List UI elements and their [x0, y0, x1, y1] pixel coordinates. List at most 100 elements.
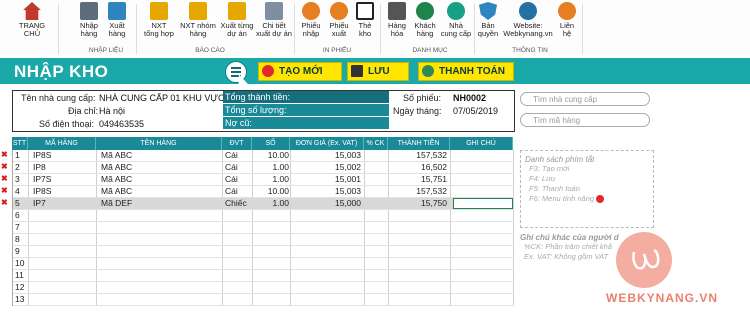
- table-cell[interactable]: [365, 234, 387, 245]
- table-cell[interactable]: [365, 270, 387, 281]
- table-row[interactable]: 5 IP7 Mã DEF Chiếc 1.00 15,000 15,750: [13, 198, 514, 210]
- table-cell[interactable]: [389, 234, 447, 245]
- table-cell[interactable]: Mã ABC: [101, 150, 221, 161]
- nxt-nhom-hang-button[interactable]: NXT nhóm hàng: [178, 2, 218, 38]
- table-cell[interactable]: [101, 234, 221, 245]
- table-cell[interactable]: 9: [15, 246, 29, 257]
- table-cell[interactable]: [225, 282, 253, 293]
- table-cell[interactable]: [33, 258, 97, 269]
- table-cell[interactable]: 1.00: [253, 174, 289, 185]
- chi-tiet-xuat-du-an-button[interactable]: Chi tiết xuất dự án: [256, 2, 292, 38]
- table-cell[interactable]: [365, 210, 387, 221]
- table-cell[interactable]: IP8S: [33, 186, 97, 197]
- khach-hang-button[interactable]: Khách hàng: [410, 2, 440, 38]
- table-cell[interactable]: [33, 282, 97, 293]
- table-cell[interactable]: [291, 270, 361, 281]
- phieu-nhap-button[interactable]: Phiếu nhập: [298, 2, 324, 38]
- table-row[interactable]: 3 IP7S Mã ABC Cái 1.00 15,001 15,751: [13, 174, 514, 186]
- table-cell[interactable]: [33, 234, 97, 245]
- table-cell[interactable]: Mã ABC: [101, 174, 221, 185]
- table-cell[interactable]: [389, 222, 447, 233]
- table-cell[interactable]: 11: [15, 270, 29, 281]
- table-cell[interactable]: [365, 162, 387, 173]
- table-cell[interactable]: [101, 270, 221, 281]
- nha-cung-cap-button[interactable]: Nhà cung cấp: [440, 2, 472, 38]
- table-cell[interactable]: 7: [15, 222, 29, 233]
- table-cell[interactable]: [225, 258, 253, 269]
- table-cell[interactable]: [253, 270, 289, 281]
- delete-row-icon[interactable]: ✖: [1, 162, 8, 171]
- thanh-toan-button[interactable]: THANH TOÁN: [418, 62, 514, 81]
- table-cell[interactable]: [253, 210, 289, 221]
- table-cell[interactable]: 4: [15, 186, 29, 197]
- table-cell[interactable]: 10.00: [253, 186, 289, 197]
- table-cell[interactable]: [389, 246, 447, 257]
- table-cell[interactable]: [365, 150, 387, 161]
- table-cell[interactable]: 15,003: [291, 150, 361, 161]
- lien-he-button[interactable]: Liên hệ: [556, 2, 578, 38]
- table-cell[interactable]: IP8S: [33, 150, 97, 161]
- table-cell[interactable]: [225, 246, 253, 257]
- table-cell[interactable]: Mã ABC: [101, 162, 221, 173]
- table-cell[interactable]: [101, 210, 221, 221]
- xuat-tung-du-an-button[interactable]: Xuất từng dự án: [218, 2, 256, 38]
- table-cell[interactable]: [225, 210, 253, 221]
- search-item-input[interactable]: Tìm mã hàng: [520, 113, 650, 127]
- table-cell[interactable]: [453, 186, 511, 197]
- date-value[interactable]: 07/05/2019: [453, 106, 498, 116]
- table-cell[interactable]: 15,003: [291, 186, 361, 197]
- table-cell[interactable]: Mã ABC: [101, 186, 221, 197]
- table-cell[interactable]: 1.00: [253, 198, 289, 209]
- table-cell[interactable]: [365, 246, 387, 257]
- delete-row-icon[interactable]: ✖: [1, 198, 8, 207]
- table-row[interactable]: 13: [13, 294, 514, 306]
- table-cell[interactable]: [453, 234, 511, 245]
- table-row[interactable]: 11: [13, 270, 514, 282]
- table-cell[interactable]: [365, 198, 387, 209]
- table-cell[interactable]: [453, 174, 511, 185]
- address-value[interactable]: Hà nội: [99, 106, 125, 116]
- table-cell[interactable]: 5: [15, 198, 29, 209]
- table-cell[interactable]: [253, 222, 289, 233]
- table-cell[interactable]: IP7S: [33, 174, 97, 185]
- table-cell[interactable]: [291, 294, 361, 305]
- table-cell[interactable]: [101, 246, 221, 257]
- ban-quyen-button[interactable]: Bản quyền: [476, 2, 500, 38]
- table-row[interactable]: 1 IP8S Mã ABC Cái 10.00 15,003 157,532: [13, 150, 514, 162]
- table-cell[interactable]: [453, 294, 511, 305]
- table-cell[interactable]: 157,532: [389, 186, 447, 197]
- table-cell[interactable]: 3: [15, 174, 29, 185]
- table-cell[interactable]: 1.00: [253, 162, 289, 173]
- xuat-hang-button[interactable]: Xuất hàng: [104, 2, 130, 38]
- table-cell[interactable]: [33, 246, 97, 257]
- table-cell[interactable]: 16,502: [389, 162, 447, 173]
- table-cell[interactable]: [291, 234, 361, 245]
- table-cell[interactable]: [291, 246, 361, 257]
- nxt-tong-hop-button[interactable]: NXT tổng hợp: [140, 2, 178, 38]
- table-cell[interactable]: [389, 294, 447, 305]
- table-cell[interactable]: Cái: [225, 174, 253, 185]
- table-cell[interactable]: Cái: [225, 186, 253, 197]
- table-cell[interactable]: 15,000: [291, 198, 361, 209]
- table-cell[interactable]: [365, 186, 387, 197]
- table-cell[interactable]: [253, 258, 289, 269]
- table-cell[interactable]: [389, 210, 447, 221]
- luu-button[interactable]: LƯU: [347, 62, 409, 81]
- table-cell[interactable]: [33, 210, 97, 221]
- table-cell[interactable]: 2: [15, 162, 29, 173]
- tao-moi-button[interactable]: TẠO MỚI: [258, 62, 342, 81]
- table-cell[interactable]: [453, 210, 511, 221]
- table-cell[interactable]: 12: [15, 282, 29, 293]
- table-cell[interactable]: [253, 234, 289, 245]
- table-cell[interactable]: [253, 282, 289, 293]
- nhap-hang-button[interactable]: Nhập hàng: [76, 2, 102, 38]
- table-cell[interactable]: [225, 270, 253, 281]
- table-cell[interactable]: Cái: [225, 150, 253, 161]
- table-cell[interactable]: [225, 294, 253, 305]
- table-cell[interactable]: [453, 162, 511, 173]
- table-cell[interactable]: [365, 258, 387, 269]
- table-cell[interactable]: [453, 270, 511, 281]
- table-cell[interactable]: 1: [15, 150, 29, 161]
- table-cell[interactable]: [365, 222, 387, 233]
- table-cell[interactable]: [453, 246, 511, 257]
